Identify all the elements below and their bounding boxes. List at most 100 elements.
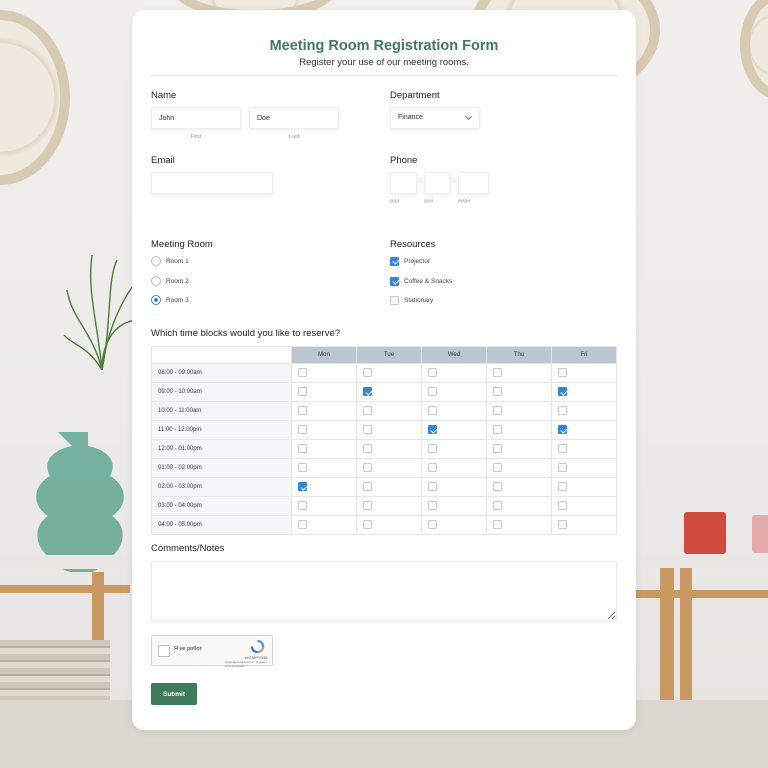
time-block-row: 04:00 - 05:00pm bbox=[151, 515, 617, 535]
time-block-checkbox[interactable] bbox=[298, 501, 307, 510]
time-block-checkbox-checked[interactable] bbox=[558, 425, 567, 434]
department-select[interactable]: Finance bbox=[390, 107, 480, 129]
recaptcha-checkbox[interactable] bbox=[158, 645, 170, 657]
time-block-checkbox[interactable] bbox=[363, 444, 372, 453]
time-block-checkbox[interactable] bbox=[363, 482, 372, 491]
time-block-cell bbox=[356, 420, 422, 440]
time-block-cell bbox=[551, 420, 617, 440]
resource-option-stationary[interactable]: Stationary bbox=[390, 294, 433, 306]
time-block-checkbox[interactable] bbox=[493, 520, 502, 529]
form-subtitle: Register your use of our meeting rooms. bbox=[299, 57, 469, 68]
time-block-checkbox[interactable] bbox=[428, 387, 437, 396]
resource-option-projector[interactable]: Projector bbox=[390, 255, 430, 267]
shelf-rail bbox=[0, 585, 130, 593]
time-block-checkbox-checked[interactable] bbox=[428, 425, 437, 434]
time-slot-label: 09:00 - 10:00am bbox=[151, 382, 292, 402]
time-block-checkbox[interactable] bbox=[363, 463, 372, 472]
time-block-checkbox[interactable] bbox=[493, 501, 502, 510]
time-block-checkbox[interactable] bbox=[428, 463, 437, 472]
phone-line-input[interactable] bbox=[458, 172, 489, 194]
checkbox[interactable] bbox=[390, 295, 399, 305]
time-block-checkbox[interactable] bbox=[558, 406, 567, 415]
time-block-checkbox[interactable] bbox=[428, 444, 437, 453]
time-block-checkbox[interactable] bbox=[558, 444, 567, 453]
radio-label: Room 1 bbox=[166, 257, 189, 265]
time-block-checkbox[interactable] bbox=[558, 368, 567, 377]
checkbox-checked[interactable] bbox=[390, 256, 399, 266]
time-slot-label: 03:00 - 04:00pm bbox=[151, 496, 292, 516]
radio-option-room-2[interactable]: Room 2 bbox=[151, 275, 189, 287]
time-block-cell bbox=[421, 420, 487, 440]
time-block-cell bbox=[486, 401, 552, 421]
time-block-checkbox[interactable] bbox=[363, 406, 372, 415]
time-block-checkbox[interactable] bbox=[298, 463, 307, 472]
time-block-checkbox[interactable] bbox=[493, 444, 502, 453]
time-block-cell bbox=[551, 401, 617, 421]
email-input[interactable] bbox=[151, 172, 273, 194]
time-block-checkbox[interactable] bbox=[493, 406, 502, 415]
time-block-checkbox[interactable] bbox=[558, 501, 567, 510]
radio-button[interactable] bbox=[151, 276, 161, 286]
time-block-cell bbox=[356, 496, 422, 516]
checkbox-label: Coffee & Snacks bbox=[404, 277, 453, 285]
time-block-checkbox[interactable] bbox=[298, 425, 307, 434]
phone-prefix-input[interactable] bbox=[424, 172, 451, 194]
time-block-checkbox[interactable] bbox=[493, 482, 502, 491]
shelf-rail bbox=[636, 590, 768, 598]
time-block-checkbox[interactable] bbox=[558, 520, 567, 529]
time-block-cell bbox=[356, 515, 422, 535]
time-block-checkbox[interactable] bbox=[298, 444, 307, 453]
radio-button-selected[interactable] bbox=[151, 295, 161, 305]
submit-button[interactable]: Submit bbox=[151, 683, 197, 705]
time-block-checkbox[interactable] bbox=[363, 501, 372, 510]
time-block-checkbox[interactable] bbox=[363, 520, 372, 529]
time-block-cell bbox=[356, 439, 422, 459]
time-block-checkbox[interactable] bbox=[558, 482, 567, 491]
time-block-cell bbox=[486, 496, 552, 516]
time-block-checkbox[interactable] bbox=[298, 520, 307, 529]
form-card: Meeting Room Registration Form Register … bbox=[132, 10, 636, 730]
time-block-checkbox[interactable] bbox=[428, 406, 437, 415]
time-block-grid: Mon Tue Wed Thu Fri 08:00 - 09:00am 09:00… bbox=[151, 346, 617, 535]
radio-option-room-3[interactable]: Room 3 bbox=[151, 294, 189, 306]
phone-separator: - bbox=[453, 179, 456, 186]
time-block-cell bbox=[421, 363, 487, 383]
time-block-checkbox[interactable] bbox=[493, 368, 502, 377]
time-block-checkbox[interactable] bbox=[428, 482, 437, 491]
time-block-checkbox-checked[interactable] bbox=[558, 387, 567, 396]
phone-area-input[interactable] bbox=[390, 172, 417, 194]
glass-vase bbox=[36, 432, 124, 572]
time-block-checkbox[interactable] bbox=[493, 387, 502, 396]
checkbox-checked[interactable] bbox=[390, 276, 399, 286]
radio-option-room-1[interactable]: Room 1 bbox=[151, 255, 189, 267]
time-block-checkbox[interactable] bbox=[493, 425, 502, 434]
time-block-cell bbox=[291, 439, 357, 459]
last-name-input[interactable] bbox=[249, 107, 339, 129]
time-block-checkbox[interactable] bbox=[298, 387, 307, 396]
time-block-cell bbox=[291, 363, 357, 383]
time-block-checkbox[interactable] bbox=[493, 463, 502, 472]
department-selected-value: Finance bbox=[398, 114, 423, 121]
time-block-checkbox[interactable] bbox=[558, 463, 567, 472]
time-block-checkbox[interactable] bbox=[363, 425, 372, 434]
first-name-input[interactable] bbox=[151, 107, 241, 129]
time-block-checkbox[interactable] bbox=[298, 406, 307, 415]
header-divider bbox=[151, 75, 617, 76]
time-block-cell bbox=[291, 382, 357, 402]
time-block-checkbox-checked[interactable] bbox=[363, 387, 372, 396]
time-block-checkbox[interactable] bbox=[428, 520, 437, 529]
red-box-decoration bbox=[684, 512, 726, 554]
time-block-cell bbox=[486, 420, 552, 440]
recaptcha-fine-print[interactable]: Конфиденциальность - Условия использован… bbox=[225, 660, 272, 668]
time-block-cell bbox=[356, 477, 422, 497]
time-block-checkbox[interactable] bbox=[428, 368, 437, 377]
time-block-checkbox[interactable] bbox=[428, 501, 437, 510]
radio-button[interactable] bbox=[151, 256, 161, 266]
time-block-checkbox[interactable] bbox=[363, 368, 372, 377]
resource-option-coffee[interactable]: Coffee & Snacks bbox=[390, 275, 452, 287]
department-label: Department bbox=[390, 90, 440, 101]
comments-textarea[interactable] bbox=[151, 561, 617, 621]
time-block-checkbox[interactable] bbox=[298, 368, 307, 377]
radio-label: Room 2 bbox=[166, 277, 189, 285]
time-block-checkbox-checked[interactable] bbox=[298, 482, 307, 491]
